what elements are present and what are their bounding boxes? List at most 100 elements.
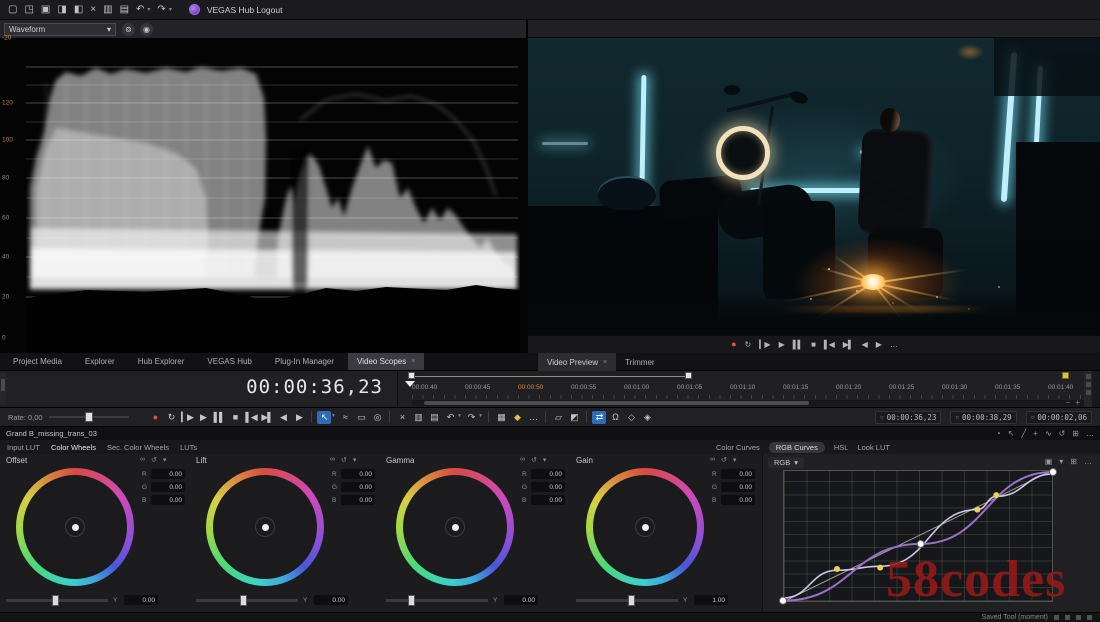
color-wheel[interactable]: [396, 468, 514, 586]
curve-plot[interactable]: [779, 467, 1057, 605]
gtab-rgb-curves[interactable]: RGB Curves: [768, 441, 825, 453]
green-value-field[interactable]: 0.00: [531, 482, 565, 492]
wheel-menu-icon[interactable]: ▾: [353, 456, 357, 464]
go-to-start-button[interactable]: ▌◀: [244, 411, 258, 424]
luma-slider[interactable]: [196, 594, 298, 606]
paste-button[interactable]: ▤: [427, 411, 441, 424]
play-button[interactable]: ▶: [196, 411, 210, 424]
luma-slider[interactable]: [576, 594, 678, 606]
wheel-center-dot[interactable]: [71, 523, 79, 531]
pause-button[interactable]: ▌▌: [793, 340, 803, 349]
wheel-center-dot[interactable]: [261, 523, 269, 531]
scope-settings-button[interactable]: ⊚: [122, 22, 135, 36]
zoom-tool-button[interactable]: ◎: [370, 411, 384, 424]
pen-icon[interactable]: ╱: [1021, 429, 1026, 438]
close-icon[interactable]: ×: [411, 358, 415, 365]
next-frame-button[interactable]: ▶: [292, 411, 306, 424]
rate-slider[interactable]: [48, 412, 129, 422]
close-icon[interactable]: ×: [603, 359, 607, 366]
undo-icon[interactable]: ↶: [136, 4, 144, 15]
ignore-grouping-button[interactable]: ◈: [640, 411, 654, 424]
track-scrollbar[interactable]: [0, 373, 6, 405]
wheel-reset-icon[interactable]: ↺: [721, 456, 727, 464]
red-value-field[interactable]: 0.00: [531, 469, 565, 479]
loop-region-marker[interactable]: [685, 372, 692, 379]
zoom-in-button[interactable]: +: [1075, 398, 1080, 407]
vegas-hub-logout-label[interactable]: VEGAS Hub Logout: [207, 5, 283, 15]
play-from-start-button[interactable]: ▎▶: [180, 411, 194, 424]
lock-envelopes-button[interactable]: ◇: [624, 411, 638, 424]
current-timecode[interactable]: 00:00:36,23: [246, 376, 383, 398]
record-button[interactable]: ●: [148, 411, 162, 424]
selection-tool-button[interactable]: ▭: [354, 411, 368, 424]
curve-dropdown-icon[interactable]: ▾: [1059, 457, 1063, 466]
wheel-reset-icon[interactable]: ↺: [341, 456, 347, 464]
timeline-hscrollbar[interactable]: [412, 400, 1100, 406]
curve-node-white[interactable]: [916, 539, 925, 548]
curve-node-yellow[interactable]: [877, 564, 884, 571]
tab-explorer[interactable]: Explorer: [76, 353, 129, 370]
status-icon[interactable]: [1065, 615, 1070, 620]
undo-dropdown[interactable]: ▾: [456, 412, 462, 422]
more-button[interactable]: …: [890, 340, 898, 349]
color-wheel[interactable]: [206, 468, 324, 586]
play-button[interactable]: ▶: [779, 340, 785, 349]
luma-slider-handle[interactable]: [52, 594, 59, 606]
cut-button[interactable]: ×: [395, 411, 409, 424]
curve-node-yellow[interactable]: [993, 492, 1000, 499]
paste-icon[interactable]: ▤: [120, 4, 129, 15]
go-to-start-button[interactable]: ▌◀: [824, 340, 835, 349]
gtab-luts[interactable]: LUTs: [180, 443, 197, 452]
normal-edit-tool-button[interactable]: ↖: [317, 410, 331, 424]
selection-end-timecode[interactable]: ▫ 00:00:38,29: [950, 410, 1017, 424]
luma-slider-handle[interactable]: [628, 594, 635, 606]
tab-video-preview[interactable]: Video Preview ×: [538, 353, 617, 371]
envelope-tool-button[interactable]: ≈: [338, 411, 352, 424]
luma-slider[interactable]: [6, 594, 108, 606]
luma-slider-handle[interactable]: [408, 594, 415, 606]
wheel-link-icon[interactable]: ∞: [330, 456, 335, 464]
stop-button[interactable]: ■: [228, 411, 242, 424]
wheel-center-dot[interactable]: [641, 523, 649, 531]
more-tools-button[interactable]: …: [526, 411, 540, 424]
blue-value-field[interactable]: 0.00: [721, 495, 755, 505]
gtab-look-lut[interactable]: Look LUT: [857, 443, 890, 452]
pause-button[interactable]: ▌▌: [212, 411, 226, 424]
project-properties-button[interactable]: ▦: [494, 411, 508, 424]
prev-frame-button[interactable]: ◀: [862, 340, 868, 349]
gtab-color-curves[interactable]: Color Curves: [716, 443, 760, 452]
timeline-marker[interactable]: [1062, 372, 1069, 379]
pointer-icon[interactable]: ↖: [1008, 429, 1015, 438]
edit-tool-dropdown[interactable]: ▾: [330, 412, 336, 422]
green-value-field[interactable]: 0.00: [341, 482, 375, 492]
sep-5[interactable]: [586, 411, 587, 423]
sample-color-icon[interactable]: ◔: [996, 429, 1001, 438]
color-wheel[interactable]: [586, 468, 704, 586]
blue-value-field[interactable]: 0.00: [151, 495, 185, 505]
tab-vegas-hub[interactable]: VEGAS Hub: [198, 353, 265, 370]
wheel-link-icon[interactable]: ∞: [140, 456, 145, 464]
curve-menu-icon[interactable]: …: [1084, 457, 1092, 466]
luma-value-field[interactable]: 0.00: [124, 595, 158, 605]
ruler-side-buttons[interactable]: [1084, 371, 1092, 407]
curve-presets-icon[interactable]: ▣: [1045, 457, 1053, 466]
color-wheel[interactable]: [16, 468, 134, 586]
luma-slider[interactable]: [386, 594, 488, 606]
red-value-field[interactable]: 0.00: [721, 469, 755, 479]
cut-icon[interactable]: ×: [90, 4, 96, 15]
red-value-field[interactable]: 0.00: [151, 469, 185, 479]
tab-hub-explorer[interactable]: Hub Explorer: [129, 353, 199, 370]
snapping-button[interactable]: Ω: [608, 411, 622, 424]
undo-button[interactable]: ↶: [443, 411, 457, 424]
wheel-menu-icon[interactable]: ▾: [543, 456, 547, 464]
track-motion-button[interactable]: ◩: [567, 411, 581, 424]
add-point-icon[interactable]: +: [1033, 429, 1038, 438]
reset-icon[interactable]: ↺: [1059, 429, 1066, 438]
project-properties-icon[interactable]: ◧: [74, 4, 83, 15]
redo-dropdown[interactable]: ▾: [477, 412, 483, 422]
gtab-color-wheels[interactable]: Color Wheels: [51, 443, 96, 452]
scope-type-select[interactable]: Waveform ▾: [4, 22, 116, 36]
copy-icon[interactable]: ▥: [103, 4, 112, 15]
go-to-end-button[interactable]: ▶▌: [260, 411, 274, 424]
scope-brightness-button[interactable]: ◉: [140, 22, 153, 36]
